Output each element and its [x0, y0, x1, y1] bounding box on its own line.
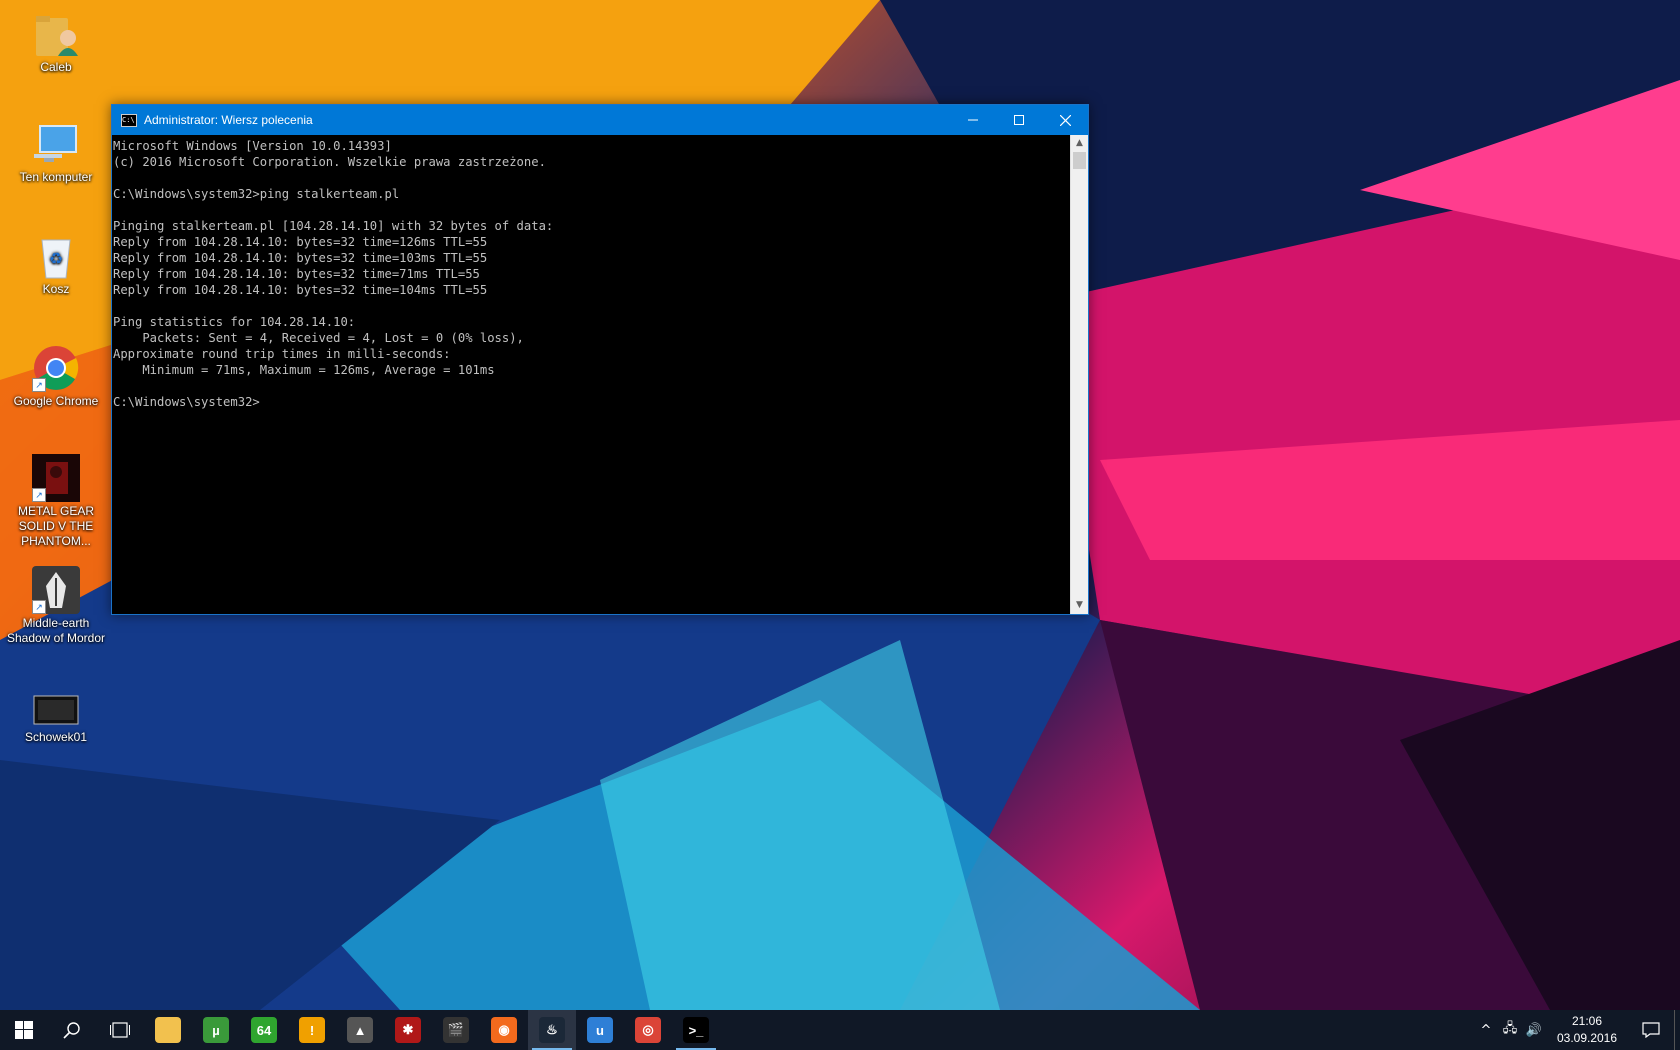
warning-triangle-icon: ! [299, 1017, 325, 1043]
window-titlebar[interactable]: C:\ Administrator: Wiersz polecenia [112, 105, 1088, 135]
console-line: Pinging stalkerteam.pl [104.28.14.10] wi… [113, 219, 554, 233]
search-button[interactable] [48, 1010, 96, 1050]
clock[interactable]: 21:06 03.09.2016 [1546, 1013, 1628, 1047]
clock-time: 21:06 [1571, 1014, 1603, 1028]
taskbar-app-uplay[interactable]: u [576, 1010, 624, 1050]
mgsv-game-icon: ↗ [32, 454, 80, 502]
taskbar-app-origin[interactable]: ◉ [480, 1010, 528, 1050]
desktop-icon-this-pc[interactable]: Ten komputer [4, 120, 108, 185]
desktop-icon-google-chrome[interactable]: ↗ Google Chrome [4, 344, 108, 409]
console-line: Minimum = 71ms, Maximum = 126ms, Average… [113, 363, 495, 377]
desktop-icon-label: Middle-earth Shadow of Mordor [6, 616, 106, 645]
maximize-icon [1014, 115, 1024, 125]
desktop-icon-label: METAL GEAR SOLID V THE PHANTOM... [17, 504, 94, 548]
steam-icon: ♨ [539, 1017, 565, 1043]
origin-icon: ◉ [491, 1017, 517, 1043]
scroll-thumb[interactable] [1073, 152, 1086, 169]
aimp-icon: ▲ [347, 1017, 373, 1043]
console-line: Reply from 104.28.14.10: bytes=32 time=7… [113, 267, 480, 281]
volume-icon[interactable]: 🔊 [1522, 1010, 1546, 1050]
taskbar-apps: µ 64! ▲ ✱ 🎬 ◉ ♨ u ◎ >_ [144, 1010, 720, 1050]
console-line: C:\Windows\system32> [113, 395, 260, 409]
shortcut-arrow-icon: ↗ [32, 600, 46, 614]
console-line: Ping statistics for 104.28.14.10: [113, 315, 356, 329]
close-button[interactable] [1042, 105, 1088, 135]
taskbar-app-steam[interactable]: ♨ [528, 1010, 576, 1050]
desktop-icon-caleb[interactable]: Caleb [4, 10, 108, 75]
console-line: (c) 2016 Microsoft Corporation. Wszelkie… [113, 155, 546, 169]
minimize-button[interactable] [950, 105, 996, 135]
console-line: Reply from 104.28.14.10: bytes=32 time=1… [113, 283, 488, 297]
cmd-icon: >_ [683, 1017, 709, 1043]
desktop-icon-label: Ten komputer [19, 170, 93, 184]
chrome-icon: ◎ [635, 1017, 661, 1043]
action-center-button[interactable] [1628, 1010, 1674, 1050]
notification-icon [1642, 1022, 1660, 1038]
desktop-icon-schowek01[interactable]: Schowek01 [4, 690, 108, 745]
taskbar-app-video-editor[interactable]: 🎬 [432, 1010, 480, 1050]
desktop-icon-label: Kosz [42, 282, 70, 296]
shortcut-arrow-icon: ↗ [32, 378, 46, 392]
desktop-icon-label: Google Chrome [13, 394, 99, 408]
clock-date: 03.09.2016 [1556, 1031, 1618, 1045]
n64-icon: 64 [251, 1017, 277, 1043]
uplay-icon: u [587, 1017, 613, 1043]
task-view-button[interactable] [96, 1010, 144, 1050]
maximize-button[interactable] [996, 105, 1042, 135]
show-desktop-button[interactable] [1674, 1010, 1680, 1050]
clapperboard-icon: 🎬 [443, 1017, 469, 1043]
network-icon[interactable]: 🖧 [1498, 1010, 1522, 1050]
tray-chevron-icon[interactable]: ^ [1474, 1010, 1498, 1050]
windows-start-icon [15, 1021, 33, 1039]
console-line: Packets: Sent = 4, Received = 4, Lost = … [113, 331, 524, 345]
utorrent-icon: µ [203, 1017, 229, 1043]
desktop-icon-metal-gear-solid-v[interactable]: ↗ METAL GEAR SOLID V THE PHANTOM... [4, 454, 108, 549]
scroll-down-button[interactable]: ▼ [1071, 597, 1088, 614]
shortcut-arrow-icon: ↗ [32, 488, 46, 502]
console-line: Reply from 104.28.14.10: bytes=32 time=1… [113, 235, 488, 249]
console-line: C:\Windows\system32>ping stalkerteam.pl [113, 187, 400, 201]
search-icon [63, 1022, 80, 1039]
console-line: Reply from 104.28.14.10: bytes=32 time=1… [113, 251, 488, 265]
task-view-icon [110, 1022, 130, 1038]
chrome-icon: ↗ [32, 344, 80, 392]
desktop-icon-label: Schowek01 [24, 730, 88, 744]
svg-text:♻: ♻ [49, 251, 63, 268]
taskbar-app-command-prompt[interactable]: >_ [672, 1010, 720, 1050]
start-button[interactable] [0, 1010, 48, 1050]
minimize-icon [968, 119, 978, 121]
vertical-scrollbar[interactable]: ▲ ▼ [1070, 135, 1088, 614]
cmd-icon: C:\ [121, 113, 137, 127]
taskbar-app-file-explorer[interactable] [144, 1010, 192, 1050]
recycle-bin-icon: ♻ [32, 232, 80, 280]
screenshot-file-icon [32, 690, 80, 728]
taskbar-app-utorrent[interactable]: µ [192, 1010, 240, 1050]
taskbar: µ 64! ▲ ✱ 🎬 ◉ ♨ u ◎ >_ ^ 🖧 🔊 21:06 03.09.2016 [0, 1010, 1680, 1050]
computer-icon [32, 120, 80, 168]
console-output[interactable]: Microsoft Windows [Version 10.0.14393] (c… [112, 135, 1073, 614]
creature-icon: ✱ [395, 1017, 421, 1043]
console-line: Approximate round trip times in milli-se… [113, 347, 451, 361]
cmd-window[interactable]: C:\ Administrator: Wiersz polecenia Micr… [111, 104, 1089, 615]
user-folder-icon [32, 10, 80, 58]
desktop-icon-shadow-of-mordor[interactable]: ↗ Middle-earth Shadow of Mordor [4, 566, 108, 646]
taskbar-app-aimp[interactable]: ▲ [336, 1010, 384, 1050]
taskbar-app-avast[interactable]: ! [288, 1010, 336, 1050]
scroll-up-button[interactable]: ▲ [1071, 135, 1088, 152]
console-line: Microsoft Windows [Version 10.0.14393] [113, 139, 392, 153]
desktop-icon-recycle-bin[interactable]: ♻ Kosz [4, 232, 108, 297]
window-title: Administrator: Wiersz polecenia [144, 113, 313, 127]
taskbar-app-n64-emulator[interactable]: 64 [240, 1010, 288, 1050]
desktop-icon-label: Caleb [40, 60, 72, 74]
close-icon [1059, 114, 1071, 126]
system-tray: ^ 🖧 🔊 21:06 03.09.2016 [1474, 1010, 1680, 1050]
shadow-of-mordor-icon: ↗ [32, 566, 80, 614]
folder-icon [155, 1017, 181, 1043]
taskbar-app-google-chrome[interactable]: ◎ [624, 1010, 672, 1050]
taskbar-app-game-app[interactable]: ✱ [384, 1010, 432, 1050]
